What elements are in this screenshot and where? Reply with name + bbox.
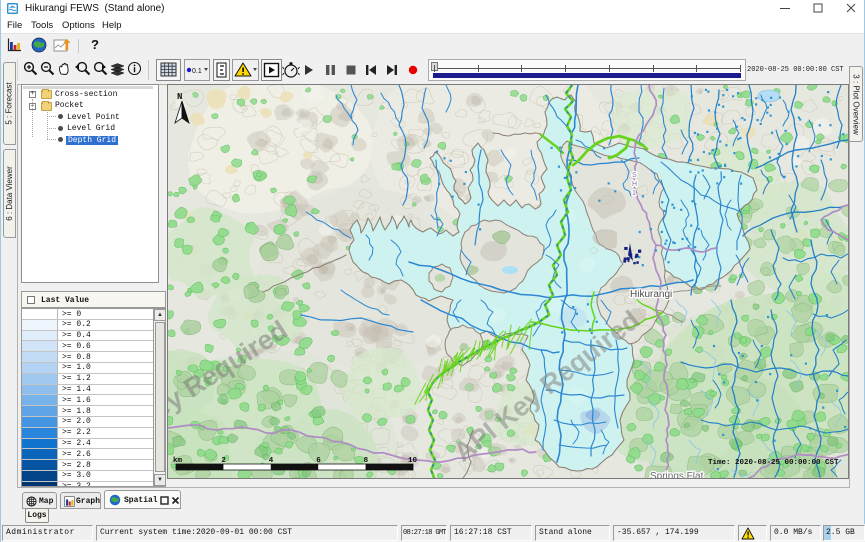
svg-text:4: 4 [269,457,274,465]
svg-text:6: 6 [316,457,321,465]
svg-text:0.1: 0.1 [192,68,202,75]
svg-text:8: 8 [364,457,369,465]
svg-text:1: 1 [632,190,636,197]
svg-text:Springs Flat: Springs Flat [650,471,704,479]
svg-text:N: N [177,92,182,102]
svg-text:Hikurangi: Hikurangi [630,289,672,300]
svg-text:Time: 2020-08-25 00:00:00 CST: Time: 2020-08-25 00:00:00 CST [708,459,839,467]
svg-text:2: 2 [221,457,226,465]
svg-text:S: S [632,172,637,179]
svg-text:km: km [173,457,183,465]
svg-text:H: H [632,181,637,188]
svg-text:10: 10 [408,457,418,465]
